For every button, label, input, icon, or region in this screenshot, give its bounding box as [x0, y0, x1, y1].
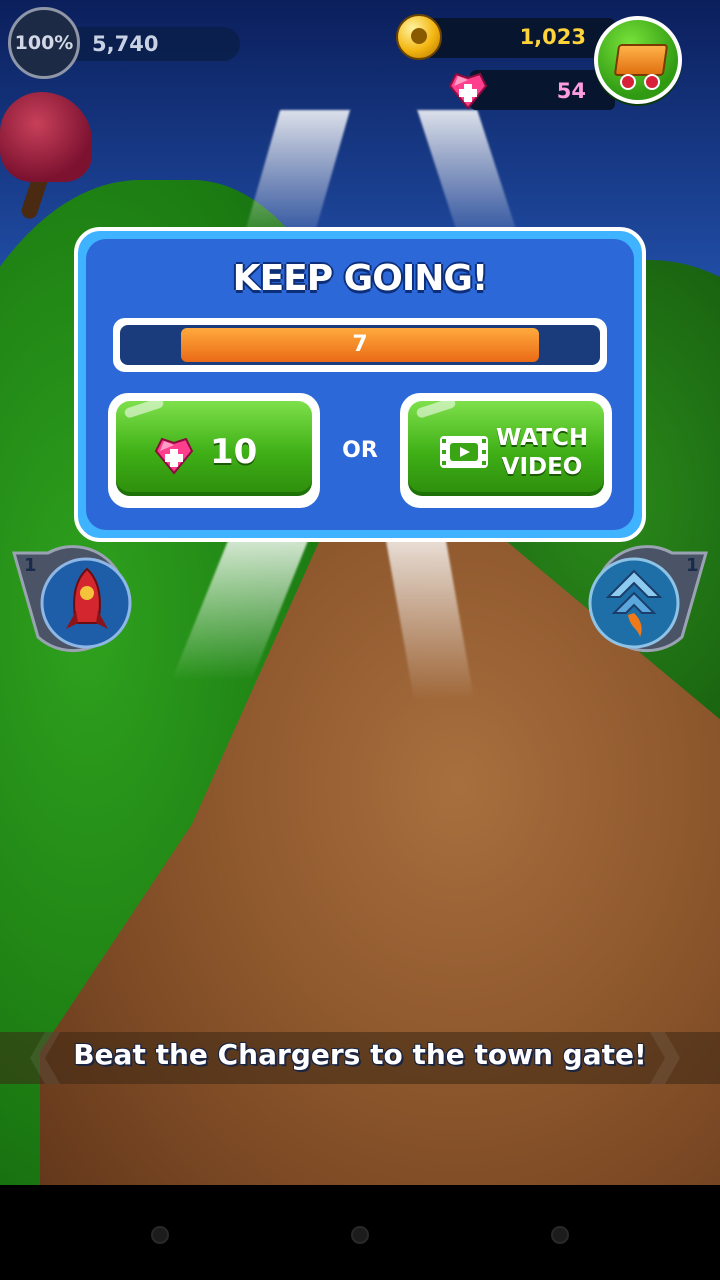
nav-home-button[interactable] [351, 1226, 369, 1244]
boost-powerup-button[interactable]: 1 [582, 545, 712, 655]
nav-recents-button[interactable] [551, 1226, 569, 1244]
cart-wheel [620, 74, 636, 90]
boost-count: 1 [686, 555, 699, 576]
objective-text: Beat the Chargers to the town gate! [73, 1038, 647, 1071]
gem-icon [448, 72, 488, 110]
shop-cart-button[interactable] [594, 16, 682, 104]
rocket-count: 1 [24, 555, 37, 576]
rocket-icon [66, 567, 108, 629]
score-value: 5,740 [92, 32, 159, 56]
progress-percent: 100% [14, 32, 74, 54]
dialog-title: KEEP GOING! [232, 258, 489, 299]
gem-counter [470, 70, 615, 110]
video-film-icon [440, 436, 488, 468]
gem-value: 54 [556, 79, 586, 103]
nav-back-button[interactable] [151, 1226, 169, 1244]
or-label: OR [342, 438, 378, 463]
coin-icon [396, 14, 442, 60]
boost-arrow-icon [605, 569, 663, 637]
gem-cost: 10 [210, 432, 258, 472]
coin-value: 1,023 [519, 25, 586, 49]
cart-wheel [644, 74, 660, 90]
rocket-powerup-button[interactable]: 1 [8, 545, 138, 655]
watch-video-label: WATCH VIDEO [496, 424, 588, 482]
gem-icon [154, 437, 194, 475]
video-label-line2: VIDEO [501, 454, 583, 480]
progress-badge: 100% [8, 7, 80, 79]
shop-cart-icon [613, 44, 669, 76]
video-label-line1: WATCH [496, 425, 589, 451]
mushroom-tree [0, 92, 92, 182]
timer-value: 7 [352, 332, 368, 357]
